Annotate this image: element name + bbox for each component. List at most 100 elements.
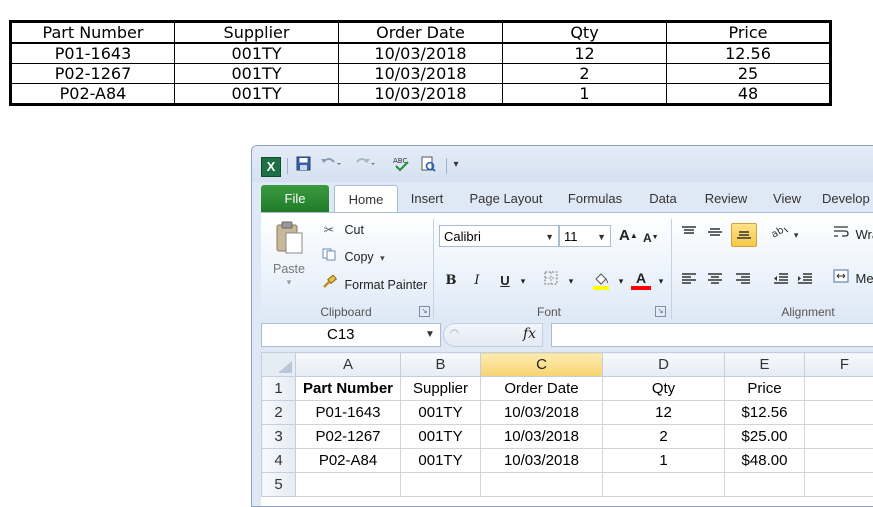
clipboard-launcher-icon[interactable]: ↘: [419, 306, 430, 317]
cell[interactable]: [481, 473, 603, 497]
shrink-font-button[interactable]: A▼: [643, 229, 659, 247]
cell[interactable]: 001TY: [401, 401, 481, 425]
cell[interactable]: Qty: [603, 377, 725, 401]
chevron-down-icon[interactable]: ▼: [425, 323, 435, 347]
ribbon-tabs: File Home Insert Page Layout Formulas Da…: [252, 182, 873, 212]
tab-home[interactable]: Home: [334, 185, 398, 214]
row-header[interactable]: 5: [262, 473, 296, 497]
orientation-button[interactable]: ab ▾: [769, 223, 799, 245]
column-header-a[interactable]: A: [296, 353, 401, 377]
chevron-down-icon[interactable]: ▾: [513, 271, 533, 291]
excel-window: X ABC ▾ File Home Insert Page Layout For…: [251, 145, 873, 507]
column-header-e[interactable]: E: [725, 353, 805, 377]
tab-review[interactable]: Review: [698, 185, 754, 212]
cell[interactable]: [725, 473, 805, 497]
increase-indent-icon[interactable]: [793, 270, 817, 292]
chevron-down-icon[interactable]: ▾: [651, 271, 671, 291]
save-icon[interactable]: [294, 156, 312, 174]
cell[interactable]: $25.00: [725, 425, 805, 449]
cut-button[interactable]: ✂ Cut: [321, 221, 364, 239]
excel-logo-icon[interactable]: X: [261, 157, 281, 177]
print-preview-icon[interactable]: [418, 156, 438, 174]
merge-center-button[interactable]: Me: [833, 269, 873, 288]
column-header-f[interactable]: F: [805, 353, 873, 377]
font-name-combo[interactable]: Calibri ▼: [439, 225, 559, 247]
spelling-check-icon[interactable]: ABC: [392, 156, 412, 174]
cell[interactable]: $48.00: [725, 449, 805, 473]
chevron-down-icon[interactable]: ▾: [611, 271, 631, 291]
formula-resize-handle-icon[interactable]: ◠: [450, 328, 459, 339]
cell[interactable]: [603, 473, 725, 497]
tab-view[interactable]: View: [766, 185, 808, 212]
cell[interactable]: [805, 473, 873, 497]
column-header-b[interactable]: B: [401, 353, 481, 377]
cell[interactable]: Part Number: [296, 377, 401, 401]
cell[interactable]: $12.56: [725, 401, 805, 425]
cell[interactable]: P01-1643: [296, 401, 401, 425]
column-header-d[interactable]: D: [603, 353, 725, 377]
font-size-combo[interactable]: 11 ▼: [559, 225, 611, 247]
paste-button[interactable]: Paste ▾: [266, 221, 312, 286]
align-right-icon[interactable]: [731, 270, 755, 292]
cell[interactable]: 1: [603, 449, 725, 473]
row-header[interactable]: 1: [262, 377, 296, 401]
chevron-down-icon[interactable]: ▾: [380, 253, 385, 263]
chevron-down-icon[interactable]: ▾: [561, 271, 581, 291]
font-launcher-icon[interactable]: ↘: [655, 306, 666, 317]
select-all-corner[interactable]: [262, 353, 296, 377]
cell[interactable]: [805, 425, 873, 449]
cell[interactable]: 10/03/2018: [481, 449, 603, 473]
cell[interactable]: Supplier: [401, 377, 481, 401]
format-painter-button[interactable]: Format Painter: [321, 275, 427, 294]
cell[interactable]: 10/03/2018: [481, 401, 603, 425]
italic-button[interactable]: I: [467, 271, 487, 291]
cell[interactable]: 12: [603, 401, 725, 425]
underline-button[interactable]: U: [495, 271, 515, 291]
name-box[interactable]: C13: [261, 323, 441, 347]
insert-function-icon[interactable]: fx: [523, 326, 536, 342]
cell[interactable]: [805, 401, 873, 425]
chevron-down-icon[interactable]: ▼: [545, 226, 554, 248]
customize-toolbar-icon[interactable]: ▾: [450, 156, 462, 174]
align-bottom-icon[interactable]: [731, 223, 757, 247]
align-middle-icon[interactable]: [703, 223, 727, 245]
tab-insert[interactable]: Insert: [402, 185, 452, 212]
font-color-button[interactable]: A: [631, 271, 651, 291]
formula-input[interactable]: [551, 323, 873, 347]
chevron-down-icon[interactable]: ▼: [597, 226, 606, 248]
cell[interactable]: [805, 449, 873, 473]
tab-formulas[interactable]: Formulas: [562, 185, 628, 212]
align-center-icon[interactable]: [703, 270, 727, 292]
cell[interactable]: [401, 473, 481, 497]
cell[interactable]: 001TY: [401, 425, 481, 449]
cell[interactable]: P02-1267: [296, 425, 401, 449]
tab-developer[interactable]: Develop: [822, 185, 873, 212]
cell[interactable]: 001TY: [401, 449, 481, 473]
tab-page-layout[interactable]: Page Layout: [464, 185, 548, 212]
cell[interactable]: [296, 473, 401, 497]
column-header-c[interactable]: C: [481, 353, 603, 377]
tab-data[interactable]: Data: [642, 185, 684, 212]
tab-file[interactable]: File: [261, 185, 329, 212]
cell[interactable]: P02-A84: [296, 449, 401, 473]
align-top-icon[interactable]: [677, 223, 701, 245]
borders-button[interactable]: [541, 271, 561, 291]
cell[interactable]: [805, 377, 873, 401]
bold-button[interactable]: B: [441, 271, 461, 291]
row-header[interactable]: 3: [262, 425, 296, 449]
align-left-icon[interactable]: [677, 270, 701, 292]
redo-icon[interactable]: [352, 156, 378, 174]
cell[interactable]: 2: [603, 425, 725, 449]
chevron-down-icon[interactable]: ▾: [794, 230, 799, 240]
cell[interactable]: 10/03/2018: [481, 425, 603, 449]
cell[interactable]: Price: [725, 377, 805, 401]
row-header[interactable]: 4: [262, 449, 296, 473]
copy-button[interactable]: Copy ▾: [321, 248, 385, 267]
fill-color-button[interactable]: [591, 271, 611, 291]
decrease-indent-icon[interactable]: [769, 270, 793, 292]
cell[interactable]: Order Date: [481, 377, 603, 401]
undo-icon[interactable]: [318, 156, 344, 174]
row-header[interactable]: 2: [262, 401, 296, 425]
wrap-text-button[interactable]: Wra: [833, 225, 873, 244]
grow-font-button[interactable]: A▲: [619, 227, 638, 245]
